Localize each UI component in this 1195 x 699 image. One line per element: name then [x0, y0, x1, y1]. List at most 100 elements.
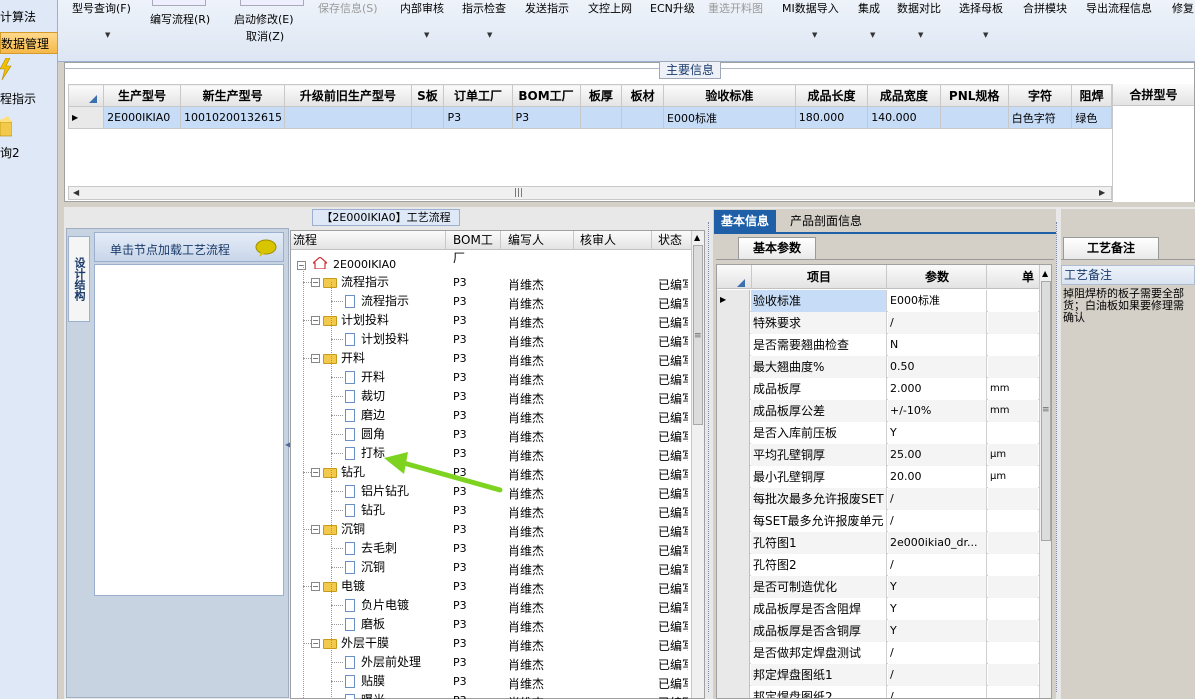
param-row[interactable]: 成品板厚公差 +/-10% mm	[717, 400, 1039, 422]
cancel-button[interactable]: 取消(Z)	[246, 28, 284, 44]
params-vscrollbar[interactable]: ▲ ≡	[1039, 265, 1051, 698]
row-indicator[interactable]	[717, 334, 750, 356]
param-row[interactable]: 是否做邦定焊盘测试 /	[717, 642, 1039, 664]
col-item[interactable]: 项目	[751, 265, 887, 289]
row-indicator[interactable]	[717, 488, 750, 510]
row-indicator[interactable]	[717, 400, 750, 422]
row-indicator[interactable]	[717, 598, 750, 620]
param-value[interactable]: /	[888, 642, 987, 664]
flow-tree-row[interactable]: 裁切 P3 肖维杰 已编写	[291, 387, 691, 406]
row-indicator[interactable]	[717, 378, 750, 400]
main-col-header[interactable]: 订单工厂	[443, 84, 513, 107]
toolbar-button[interactable]: 文控上网	[588, 0, 632, 16]
main-cell[interactable]: 10010200132615	[179, 106, 286, 129]
param-value[interactable]: /	[888, 488, 987, 510]
param-value[interactable]: /	[888, 686, 987, 698]
nav-item-flow-instruction[interactable]: 程指示	[0, 88, 58, 110]
tree-col-header[interactable]: BOM工厂	[451, 231, 501, 265]
flow-tree-row[interactable]: 磨板 P3 肖维杰 已编写	[291, 615, 691, 634]
col-param[interactable]: 参数	[888, 265, 987, 289]
param-row[interactable]: 孔符图1 2e000ikia0_dr...	[717, 532, 1039, 554]
toolbar-button[interactable]: 型号查询(F)	[72, 0, 131, 16]
flow-tree-row[interactable]: 负片电镀 P3 肖维杰 已编写	[291, 596, 691, 615]
row-indicator[interactable]	[717, 312, 750, 334]
param-row[interactable]: 邦定焊盘图纸2/	[717, 686, 1039, 698]
flow-tree-row[interactable]: 曝光 P3 肖维杰 已编写	[291, 691, 691, 699]
main-col-header[interactable]: PNL规格	[939, 84, 1009, 107]
param-value[interactable]: Y	[888, 576, 987, 598]
collapse-icon[interactable]: −	[311, 468, 320, 477]
flow-tree-row[interactable]: − 开料 P3 肖维杰 已编写	[291, 349, 691, 368]
flow-tree-row[interactable]: − 沉铜 P3 肖维杰 已编写	[291, 520, 691, 539]
splitter-middle[interactable]	[708, 222, 712, 692]
tree-col-header[interactable]: 流程	[291, 231, 446, 250]
param-value[interactable]: 0.50	[888, 356, 987, 378]
param-row[interactable]: 是否可制造优化 Y	[717, 576, 1039, 598]
param-value[interactable]: Y	[888, 598, 987, 620]
flow-tree-row[interactable]: − 外层干膜 P3 肖维杰 已编写	[291, 634, 691, 653]
row-indicator[interactable]	[717, 620, 750, 642]
collapse-icon[interactable]: −	[311, 278, 320, 287]
tab-product-section[interactable]: 产品剖面信息	[790, 210, 880, 232]
flow-tree-row[interactable]: 外层前处理 P3 肖维杰 已编写	[291, 653, 691, 672]
param-value[interactable]: 2.000	[888, 378, 987, 400]
param-row[interactable]: ▶ 验收标准 E000标准	[717, 290, 1039, 312]
param-value[interactable]: 25.00	[888, 444, 987, 466]
collapse-icon[interactable]: −	[311, 316, 320, 325]
dropdown-arrow-icon[interactable]: ▼	[812, 31, 817, 39]
param-value[interactable]: /	[888, 312, 987, 334]
param-row[interactable]: 最小孔壁铜厚 20.00 μm	[717, 466, 1039, 488]
param-row[interactable]: 成品板厚 2.000 mm	[717, 378, 1039, 400]
flow-tree-row[interactable]: − 电镀 P3 肖维杰 已编写	[291, 577, 691, 596]
main-cell[interactable]: 2E000IKIA0	[103, 106, 181, 129]
nav-item-calculation[interactable]: 计算法	[0, 6, 58, 28]
scroll-grip[interactable]: |||	[514, 187, 523, 199]
collapse-icon[interactable]: −	[311, 525, 320, 534]
param-row[interactable]: 每批次最多允许报废SET /	[717, 488, 1039, 510]
flow-tree-row[interactable]: 开料 P3 肖维杰 已编写	[291, 368, 691, 387]
flow-tree-row[interactable]: 计划投料 P3 肖维杰 已编写	[291, 330, 691, 349]
main-cell[interactable]	[579, 106, 623, 129]
flow-tree-row[interactable]: − 流程指示 P3 肖维杰 已编写	[291, 273, 691, 292]
flow-tree-row[interactable]: 圆角 P3 肖维杰 已编写	[291, 425, 691, 444]
main-cell[interactable]	[939, 106, 1009, 129]
main-col-header[interactable]: 阻焊	[1071, 84, 1112, 107]
row-indicator[interactable]	[717, 444, 750, 466]
toolbar-button[interactable]: 指示检查	[462, 0, 506, 16]
main-col-header[interactable]: 成品长度	[794, 84, 869, 107]
dropdown-arrow-icon[interactable]: ▼	[983, 31, 988, 39]
row-indicator[interactable]	[717, 510, 750, 532]
param-value[interactable]: Y	[888, 422, 987, 444]
nav-item-query2[interactable]: 询2	[0, 142, 58, 164]
row-indicator-icon[interactable]: ▶	[67, 106, 105, 129]
row-indicator[interactable]	[717, 686, 750, 698]
dropdown-arrow-icon[interactable]: ▼	[424, 31, 429, 39]
main-cell[interactable]: 绿色	[1071, 106, 1112, 129]
toolbar-button[interactable]: 选择母板	[959, 0, 1003, 16]
param-value[interactable]: /	[888, 510, 987, 532]
main-col-header[interactable]: 生产型号	[103, 84, 181, 107]
param-row[interactable]: 是否入库前压板 Y	[717, 422, 1039, 444]
toolbar-button[interactable]: 集成	[858, 0, 880, 16]
main-col-header[interactable]: BOM工厂	[511, 84, 581, 107]
row-indicator[interactable]	[717, 664, 750, 686]
main-cell[interactable]: P3	[443, 106, 513, 129]
param-row[interactable]: 成品板厚是否含铜厚 Y	[717, 620, 1039, 642]
param-value[interactable]: 2e000ikia0_dr...	[888, 532, 987, 554]
row-indicator[interactable]	[717, 642, 750, 664]
param-value[interactable]: /	[888, 554, 987, 576]
toolbar-button[interactable]: ECN升级	[650, 0, 695, 16]
main-col-header[interactable]: 升级前旧生产型号	[284, 84, 412, 107]
flow-tree-row[interactable]: 沉铜 P3 肖维杰 已编写	[291, 558, 691, 577]
row-indicator[interactable]	[717, 356, 750, 378]
collapse-icon[interactable]: −	[311, 354, 320, 363]
row-indicator[interactable]	[717, 554, 750, 576]
param-row[interactable]: 邦定焊盘图纸1/	[717, 664, 1039, 686]
param-row[interactable]: 每SET最多允许报废单元 /	[717, 510, 1039, 532]
scroll-left-icon[interactable]: ◀	[73, 188, 79, 197]
main-cell[interactable]	[284, 106, 412, 129]
select-all-corner-icon[interactable]	[737, 279, 745, 287]
toolbar-button[interactable]: 合拼模块	[1023, 0, 1067, 16]
param-row[interactable]: 是否需要翘曲检查 N	[717, 334, 1039, 356]
toolbar-button[interactable]: 重选开料图	[708, 0, 763, 16]
